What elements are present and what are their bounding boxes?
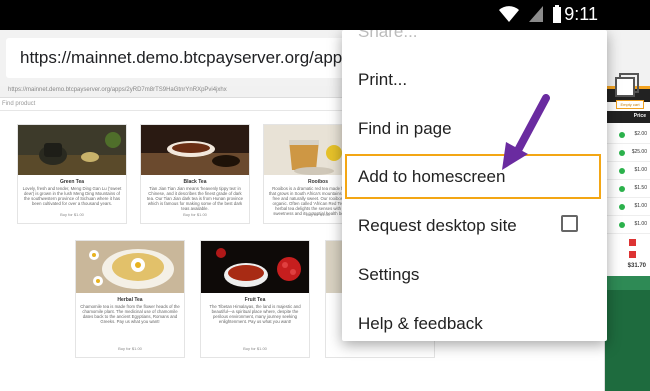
checkout-button[interactable] (605, 276, 650, 290)
menu-item-settings[interactable]: Settings (358, 265, 419, 285)
status-icons (498, 5, 562, 23)
product-card-herbal-tea[interactable]: Herbal Tea Chamomile tea is made from th… (75, 240, 185, 358)
product-card-fruit-tea[interactable]: Fruit Tea The Tibetan Himalayas, the lan… (200, 240, 310, 358)
tabs-icon[interactable] (614, 72, 640, 98)
cart-panel: Empty cart Price $2.00 $25.00 $1.00 $1.5… (604, 86, 650, 391)
status-bar: 9:11 (0, 0, 650, 30)
product-description: Lovely, fresh and tender, Meng Ding Gan … (22, 186, 122, 206)
cart-amount: $1.00 (634, 167, 647, 173)
cart-row: $25.00 (605, 144, 650, 162)
search-placeholder: Find product (2, 101, 36, 107)
price-header: Price (633, 113, 646, 119)
product-card-green-tea[interactable]: Green Tea Lovely, fresh and tender, Meng… (17, 124, 127, 224)
remove-icon[interactable] (629, 239, 636, 246)
fruit-tea-image (201, 241, 309, 293)
checkout-area (605, 276, 650, 391)
cart-row: $1.50 (605, 180, 650, 198)
increase-icon[interactable] (619, 132, 625, 138)
buy-button[interactable]: Buy for $1.00 (141, 212, 249, 217)
cart-total: $31.70 (627, 263, 646, 269)
cart-amount: $1.00 (634, 221, 647, 227)
overflow-menu: Share... Print... Find in page Add to ho… (342, 30, 607, 341)
buy-button[interactable]: Buy for $1.00 (76, 346, 184, 351)
increase-icon[interactable] (619, 186, 625, 192)
herbal-tea-image (76, 241, 184, 293)
signal-icon (529, 6, 543, 22)
cart-amount: $25.00 (631, 149, 647, 155)
increase-icon[interactable] (619, 168, 625, 174)
menu-item-share[interactable]: Share... (358, 30, 418, 42)
product-description: Tian Jian Tian Jian means 'heavenly tipp… (146, 186, 243, 211)
empty-cart-button[interactable]: Empty cart (616, 100, 644, 109)
cart-amount: $1.50 (634, 185, 647, 191)
cart-row (605, 246, 650, 264)
cart-row: $2.00 (605, 126, 650, 144)
cart-amount: $1.00 (634, 203, 647, 209)
green-tea-image (18, 125, 126, 175)
menu-item-print[interactable]: Print... (358, 70, 407, 90)
buy-button[interactable]: Buy for $1.00 (201, 346, 309, 351)
menu-item-add-to-homescreen[interactable]: Add to homescreen (358, 167, 505, 187)
cart-row: $1.00 (605, 162, 650, 180)
menu-item-help-feedback[interactable]: Help & feedback (358, 314, 483, 334)
cart-amount: $2.00 (634, 131, 647, 137)
product-description: Chamomile tea is made from the flower he… (80, 304, 180, 324)
remove-icon[interactable] (629, 251, 636, 258)
desktop-address-text: https://mainnet.demo.btcpayserver.org/ap… (8, 87, 227, 93)
clock: 9:11 (564, 4, 598, 24)
increase-icon[interactable] (619, 150, 625, 156)
desktop-site-checkbox[interactable] (561, 215, 578, 232)
annotation-arrow-icon (502, 94, 550, 170)
buy-button[interactable]: Buy for $1.00 (18, 212, 126, 217)
black-tea-image (141, 125, 249, 175)
increase-icon[interactable] (619, 222, 625, 228)
menu-item-request-desktop-site[interactable]: Request desktop site (358, 216, 517, 236)
product-description: The Tibetan Himalayas, the land is majes… (209, 304, 301, 324)
menu-item-find-in-page[interactable]: Find in page (358, 119, 452, 139)
cart-row: $1.00 (605, 216, 650, 234)
cart-row: $1.00 (605, 198, 650, 216)
product-card-black-tea[interactable]: Black Tea Tian Jian Tian Jian means 'hea… (140, 124, 250, 224)
wifi-icon (499, 6, 519, 22)
increase-icon[interactable] (619, 204, 625, 210)
battery-icon (553, 5, 561, 23)
